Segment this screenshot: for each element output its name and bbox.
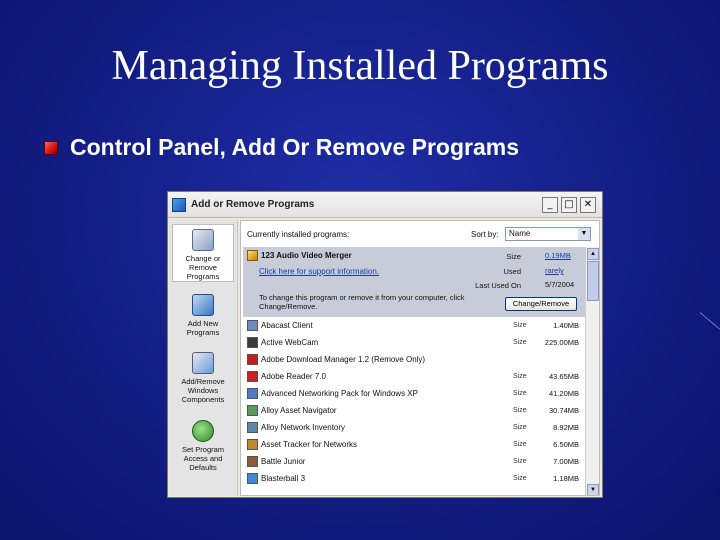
sort-by-select[interactable]: Name ▼ bbox=[505, 227, 591, 241]
program-row[interactable]: Alloy Asset Navigator Size 30.74MB bbox=[243, 402, 585, 419]
bullet-row: Control Panel, Add Or Remove Programs bbox=[44, 134, 519, 161]
size-label: Size bbox=[513, 458, 527, 465]
change-remove-icon bbox=[192, 229, 214, 251]
scroll-up-icon[interactable]: ▲ bbox=[587, 248, 599, 260]
program-name: Asset Tracker for Networks bbox=[261, 440, 358, 449]
minimize-button[interactable]: _ bbox=[542, 196, 558, 213]
bullet-icon bbox=[44, 140, 58, 155]
selected-program-name: 123 Audio Video Merger bbox=[261, 251, 352, 260]
program-size: 6.50MB bbox=[553, 440, 579, 449]
program-name: Alloy Network Inventory bbox=[261, 423, 346, 432]
size-label: Size bbox=[513, 407, 527, 414]
program-icon bbox=[247, 388, 258, 399]
scroll-thumb[interactable] bbox=[587, 261, 599, 301]
used-frequency-link[interactable]: rarely bbox=[545, 266, 564, 275]
selected-program-row[interactable]: 123 Audio Video Merger Click here for su… bbox=[243, 247, 585, 317]
window-title: Add or Remove Programs bbox=[191, 199, 315, 210]
program-row[interactable]: Blasterball 3 Size 1.18MB bbox=[243, 470, 585, 487]
program-size: 1.40MB bbox=[553, 321, 579, 330]
change-remove-description: To change this program or remove it from… bbox=[259, 293, 465, 311]
size-label: Size bbox=[513, 322, 527, 329]
last-used-date: 5/7/2004 bbox=[545, 280, 575, 289]
program-row[interactable]: Advanced Networking Pack for Windows XP S… bbox=[243, 385, 585, 402]
scroll-down-icon[interactable]: ▼ bbox=[587, 484, 599, 495]
windows-components-icon bbox=[192, 352, 214, 374]
program-size: 43.65MB bbox=[548, 372, 579, 381]
size-label: Size bbox=[513, 373, 527, 380]
program-icon bbox=[247, 250, 258, 261]
add-new-icon bbox=[192, 294, 214, 316]
program-size: 7.00MB bbox=[553, 457, 579, 466]
size-label: Size bbox=[513, 475, 527, 482]
decorative-line bbox=[699, 312, 720, 330]
program-name: Adobe Download Manager 1.2 (Remove Only) bbox=[261, 355, 426, 364]
add-remove-programs-window: Add or Remove Programs _ □ ✕ Change or R… bbox=[167, 191, 603, 498]
program-row[interactable]: Active WebCam Size 225.00MB bbox=[243, 334, 585, 351]
size-label: Size bbox=[513, 390, 527, 397]
program-icon bbox=[247, 354, 258, 365]
program-name: Active WebCam bbox=[261, 338, 319, 347]
program-access-icon bbox=[192, 420, 214, 442]
program-size: 225.00MB bbox=[544, 338, 579, 347]
programs-toolbar: Currently installed programs: Sort by: N… bbox=[241, 221, 599, 247]
selected-size: 0.19MB bbox=[545, 251, 571, 260]
change-remove-button[interactable]: Change/Remove bbox=[505, 297, 577, 311]
sidebar-item-label: Set Program Access and Defaults bbox=[181, 445, 225, 472]
program-size: 41.20MB bbox=[548, 389, 579, 398]
program-size: 30.74MB bbox=[548, 406, 579, 415]
sidebar-item-change-remove[interactable]: Change or Remove Programs bbox=[172, 224, 234, 282]
size-label: Size bbox=[506, 252, 521, 261]
program-name: Alloy Asset Navigator bbox=[261, 406, 337, 415]
sidebar-item-program-access[interactable]: Set Program Access and Defaults bbox=[172, 416, 234, 476]
program-size: 8.92MB bbox=[553, 423, 579, 432]
slide-title: Managing Installed Programs bbox=[111, 43, 609, 89]
window-titlebar[interactable]: Add or Remove Programs _ □ ✕ bbox=[168, 192, 602, 218]
sidebar-item-windows-components[interactable]: Add/Remove Windows Components bbox=[172, 348, 234, 408]
support-info-link[interactable]: Click here for support information. bbox=[259, 267, 379, 276]
program-icon bbox=[247, 371, 258, 382]
program-row[interactable]: Abacast Client Size 1.40MB bbox=[243, 317, 585, 334]
sidebar-item-label: Change or Remove Programs bbox=[185, 254, 221, 281]
program-name: Advanced Networking Pack for Windows XP bbox=[261, 389, 418, 398]
task-sidebar: Change or Remove Programs Add New Progra… bbox=[170, 220, 238, 496]
program-icon bbox=[247, 473, 258, 484]
size-label: Size bbox=[513, 339, 527, 346]
list-scrollbar[interactable]: ▲ ▼ bbox=[585, 247, 599, 495]
program-icon bbox=[247, 456, 258, 467]
used-label: Used bbox=[503, 267, 521, 276]
program-icon bbox=[247, 422, 258, 433]
program-row[interactable]: Adobe Reader 7.0 Size 43.65MB bbox=[243, 368, 585, 385]
program-row[interactable]: Asset Tracker for Networks Size 6.50MB bbox=[243, 436, 585, 453]
sidebar-item-add-new[interactable]: Add New Programs bbox=[172, 290, 234, 340]
program-name: Battle Junior bbox=[261, 457, 306, 466]
sort-by-label: Sort by: bbox=[471, 230, 499, 239]
maximize-button[interactable]: □ bbox=[561, 196, 577, 213]
program-icon bbox=[247, 320, 258, 331]
sidebar-item-label: Add New Programs bbox=[186, 319, 220, 337]
program-icon bbox=[247, 337, 258, 348]
currently-installed-label: Currently installed programs: bbox=[247, 230, 350, 239]
program-name: Adobe Reader 7.0 bbox=[261, 372, 326, 381]
program-name: Blasterball 3 bbox=[261, 474, 306, 483]
size-label: Size bbox=[513, 441, 527, 448]
size-label: Size bbox=[513, 424, 527, 431]
close-button[interactable]: ✕ bbox=[580, 196, 596, 213]
program-size: 1.18MB bbox=[553, 474, 579, 483]
sidebar-item-label: Add/Remove Windows Components bbox=[181, 377, 225, 404]
program-row[interactable]: Alloy Network Inventory Size 8.92MB bbox=[243, 419, 585, 436]
program-icon bbox=[247, 439, 258, 450]
program-icon bbox=[247, 405, 258, 416]
last-used-label: Last Used On bbox=[475, 281, 521, 290]
bullet-text: Control Panel, Add Or Remove Programs bbox=[70, 134, 520, 160]
programs-list: 123 Audio Video Merger Click here for su… bbox=[243, 247, 585, 487]
program-row[interactable]: Adobe Download Manager 1.2 (Remove Only) bbox=[243, 351, 585, 368]
sort-by-value: Name bbox=[509, 229, 531, 238]
programs-panel: Currently installed programs: Sort by: N… bbox=[240, 220, 600, 496]
program-name: Abacast Client bbox=[261, 321, 313, 330]
program-row[interactable]: Battle Junior Size 7.00MB bbox=[243, 453, 585, 470]
chevron-down-icon: ▼ bbox=[578, 228, 590, 240]
app-icon bbox=[172, 197, 186, 212]
